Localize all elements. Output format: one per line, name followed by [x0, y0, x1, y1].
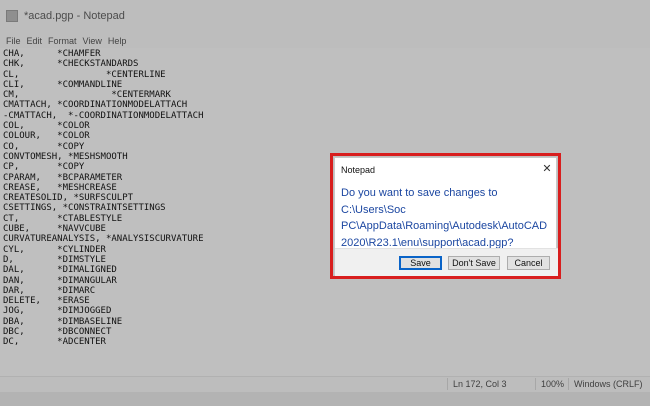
dont-save-button[interactable]: Don't Save: [448, 256, 500, 270]
zoom-level: 100%: [541, 379, 565, 389]
cursor-position: Ln 172, Col 3: [453, 379, 507, 389]
line-ending: Windows (CRLF): [574, 379, 643, 389]
notepad-app-icon: [6, 10, 18, 22]
window-title: *acad.pgp - Notepad: [24, 10, 125, 22]
menu-format[interactable]: Format: [48, 36, 77, 46]
save-button[interactable]: Save: [399, 256, 442, 270]
menu-edit[interactable]: Edit: [27, 36, 43, 46]
menu-help[interactable]: Help: [108, 36, 127, 46]
status-bar: Ln 172, Col 3 100% Windows (CRLF): [0, 376, 650, 392]
dialog-button-area: Save Don't Save Cancel: [335, 248, 558, 276]
status-divider: [568, 378, 569, 390]
status-divider: [447, 378, 448, 390]
title-bar: *acad.pgp - Notepad: [0, 0, 650, 32]
status-divider: [535, 378, 536, 390]
menu-file[interactable]: File: [6, 36, 21, 46]
menu-bar: File Edit Format View Help: [0, 34, 126, 48]
cancel-button[interactable]: Cancel: [507, 256, 550, 270]
taskbar-strip: [0, 392, 650, 406]
close-icon[interactable]: ✕: [541, 163, 553, 175]
save-changes-dialog: Notepad ✕ Do you want to save changes to…: [334, 157, 558, 276]
dialog-message: Do you want to save changes to C:\Users\…: [341, 187, 548, 249]
dialog-title: Notepad: [341, 165, 376, 175]
menu-view[interactable]: View: [83, 36, 102, 46]
